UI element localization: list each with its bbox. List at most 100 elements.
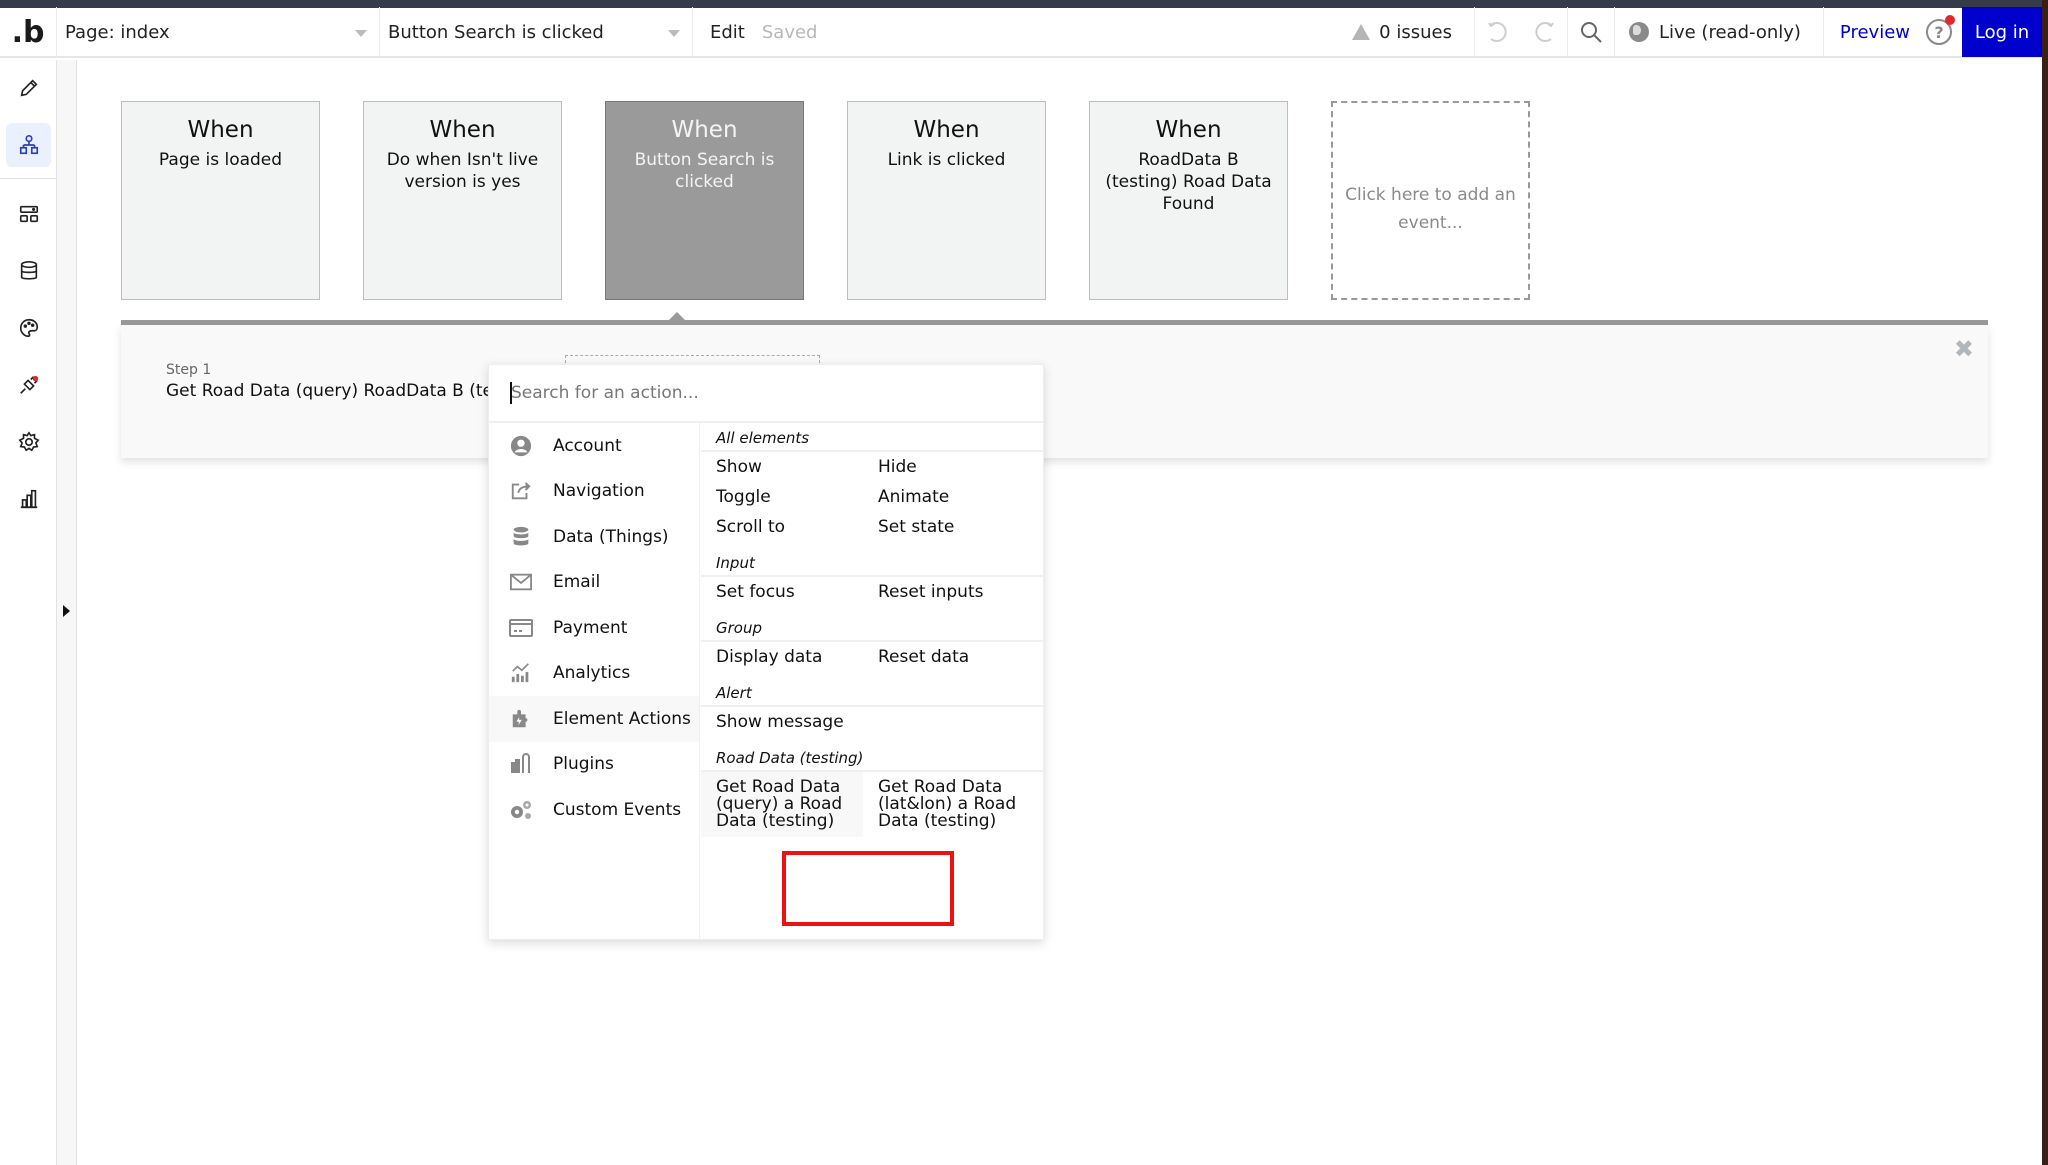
- sidebar-item-styles[interactable]: [6, 306, 51, 350]
- category-element-actions[interactable]: Element Actions: [489, 696, 699, 742]
- event-when-label: When: [1155, 117, 1222, 143]
- group-heading: Alert: [701, 678, 1043, 707]
- event-card[interactable]: When Do when Isn't live version is yes: [363, 101, 562, 300]
- notification-dot: [1945, 15, 1955, 25]
- sidebar-divider: [0, 178, 57, 179]
- live-mode-label: Live (read-only): [1658, 21, 1801, 43]
- undo-icon: [1488, 22, 1507, 42]
- payment-card-icon: [509, 617, 533, 639]
- group-heading: All elements: [701, 423, 1043, 452]
- group-heading: Group: [701, 613, 1043, 642]
- search-button[interactable]: [1568, 7, 1614, 57]
- action-hide[interactable]: Hide: [863, 452, 1025, 482]
- plug-icon: [19, 375, 38, 394]
- preview-button[interactable]: Preview: [1824, 22, 1926, 43]
- step-label: Step 1: [166, 362, 212, 378]
- event-card[interactable]: When Link is clicked: [847, 101, 1046, 300]
- category-data[interactable]: Data (Things): [489, 514, 699, 560]
- category-navigation[interactable]: Navigation: [489, 469, 699, 515]
- expand-arrow-icon[interactable]: [63, 605, 70, 617]
- panel-gutter[interactable]: [57, 60, 77, 1165]
- edit-menu[interactable]: Edit: [710, 22, 745, 43]
- action-display-data[interactable]: Display data: [701, 642, 863, 672]
- warning-icon: [1352, 24, 1371, 40]
- page-dropdown[interactable]: Page: index: [57, 7, 380, 57]
- event-card[interactable]: When RoadData B (testing) Road Data Foun…: [1089, 101, 1288, 300]
- redo-button[interactable]: [1521, 7, 1567, 57]
- globe-icon: [1628, 22, 1649, 42]
- action-set-focus[interactable]: Set focus: [701, 577, 863, 607]
- sidebar-item-workflow[interactable]: [6, 123, 51, 167]
- sidebar-item-plugins[interactable]: [6, 363, 51, 407]
- sidebar-item-data[interactable]: [6, 249, 51, 293]
- add-event-button[interactable]: Click here to add an event...: [1331, 101, 1530, 300]
- login-button[interactable]: Log in: [1962, 7, 2042, 57]
- category-analytics[interactable]: Analytics: [489, 651, 699, 697]
- saved-status: Saved: [761, 21, 818, 43]
- action-get-road-data-query[interactable]: Get Road Data (query) a Road Data (testi…: [701, 772, 863, 837]
- database-icon: [509, 526, 533, 548]
- custom-events-icon: [509, 799, 533, 821]
- event-card-selected[interactable]: When Button Search is clicked: [605, 101, 804, 300]
- chevron-down-icon: [668, 30, 680, 37]
- event-description: Button Search is clicked: [634, 150, 775, 192]
- category-email[interactable]: Email: [489, 560, 699, 606]
- bubble-logo[interactable]: .b: [0, 7, 57, 57]
- account-icon: [509, 435, 533, 457]
- event-dropdown-value: Button Search is clicked: [388, 21, 604, 43]
- action-show-message[interactable]: Show message: [701, 707, 863, 737]
- workflow-icon: [19, 135, 38, 155]
- left-sidebar: [0, 60, 57, 1165]
- top-bar: .b Page: index Button Search is clicked …: [0, 7, 2042, 58]
- analytics-icon: [509, 662, 533, 684]
- action-search-input[interactable]: Search for an action...: [489, 365, 1043, 423]
- step-action-title[interactable]: Get Road Data (query) RoadData B (testin…: [166, 381, 541, 401]
- sidebar-item-logs[interactable]: [6, 477, 51, 521]
- event-when-label: When: [913, 117, 980, 143]
- palette-icon: [19, 318, 38, 338]
- action-toggle[interactable]: Toggle: [701, 482, 863, 512]
- action-reset-data[interactable]: Reset data: [863, 642, 1025, 672]
- event-card[interactable]: When Page is loaded: [121, 101, 320, 300]
- search-placeholder: Search for an action...: [511, 383, 699, 403]
- category-custom-events[interactable]: Custom Events: [489, 787, 699, 833]
- database-icon: [20, 261, 37, 280]
- issues-button[interactable]: 0 issues: [1352, 7, 1475, 57]
- gear-icon: [18, 431, 39, 452]
- event-when-label: When: [187, 117, 254, 143]
- undo-button[interactable]: [1475, 7, 1521, 57]
- layout-icon: [19, 205, 38, 223]
- search-icon: [1580, 22, 1602, 43]
- actions-list: All elements Show Hide Toggle Animate Scro…: [701, 423, 1043, 939]
- action-animate[interactable]: Animate: [863, 482, 1025, 512]
- pencil-icon: [20, 79, 38, 97]
- action-scroll-to[interactable]: Scroll to: [701, 512, 863, 542]
- add-event-label: Click here to add an event...: [1345, 185, 1516, 233]
- category-account[interactable]: Account: [489, 423, 699, 469]
- action-reset-inputs[interactable]: Reset inputs: [863, 577, 1025, 607]
- sidebar-item-elements[interactable]: [6, 192, 51, 236]
- email-icon: [509, 571, 533, 593]
- event-description: Page is loaded: [158, 150, 283, 170]
- action-categories: Account Navigation Data (Things) Email P…: [489, 423, 700, 939]
- event-dropdown[interactable]: Button Search is clicked: [380, 7, 693, 57]
- redo-icon: [1535, 22, 1554, 42]
- sidebar-item-design[interactable]: [6, 66, 51, 110]
- event-description: Do when Isn't live version is yes: [386, 150, 539, 192]
- category-payment[interactable]: Payment: [489, 605, 699, 651]
- issues-count: 0 issues: [1379, 21, 1452, 43]
- bar-chart-icon: [20, 489, 37, 509]
- action-set-state[interactable]: Set state: [863, 512, 1025, 542]
- group-heading: Road Data (testing): [701, 743, 1043, 772]
- sidebar-item-settings[interactable]: [6, 420, 51, 464]
- action-show[interactable]: Show: [701, 452, 863, 482]
- close-icon[interactable]: ✖: [1954, 335, 1974, 363]
- category-plugins[interactable]: Plugins: [489, 742, 699, 788]
- element-actions-icon: [509, 708, 533, 730]
- help-button[interactable]: ?: [1926, 15, 1955, 45]
- page-dropdown-value: Page: index: [65, 21, 170, 43]
- action-get-road-data-latlon[interactable]: Get Road Data (lat&lon) a Road Data (tes…: [863, 772, 1025, 837]
- window-edge: [2042, 0, 2048, 1165]
- live-mode-button[interactable]: Live (read-only): [1615, 7, 1824, 57]
- help-icon: ?: [1934, 22, 1944, 42]
